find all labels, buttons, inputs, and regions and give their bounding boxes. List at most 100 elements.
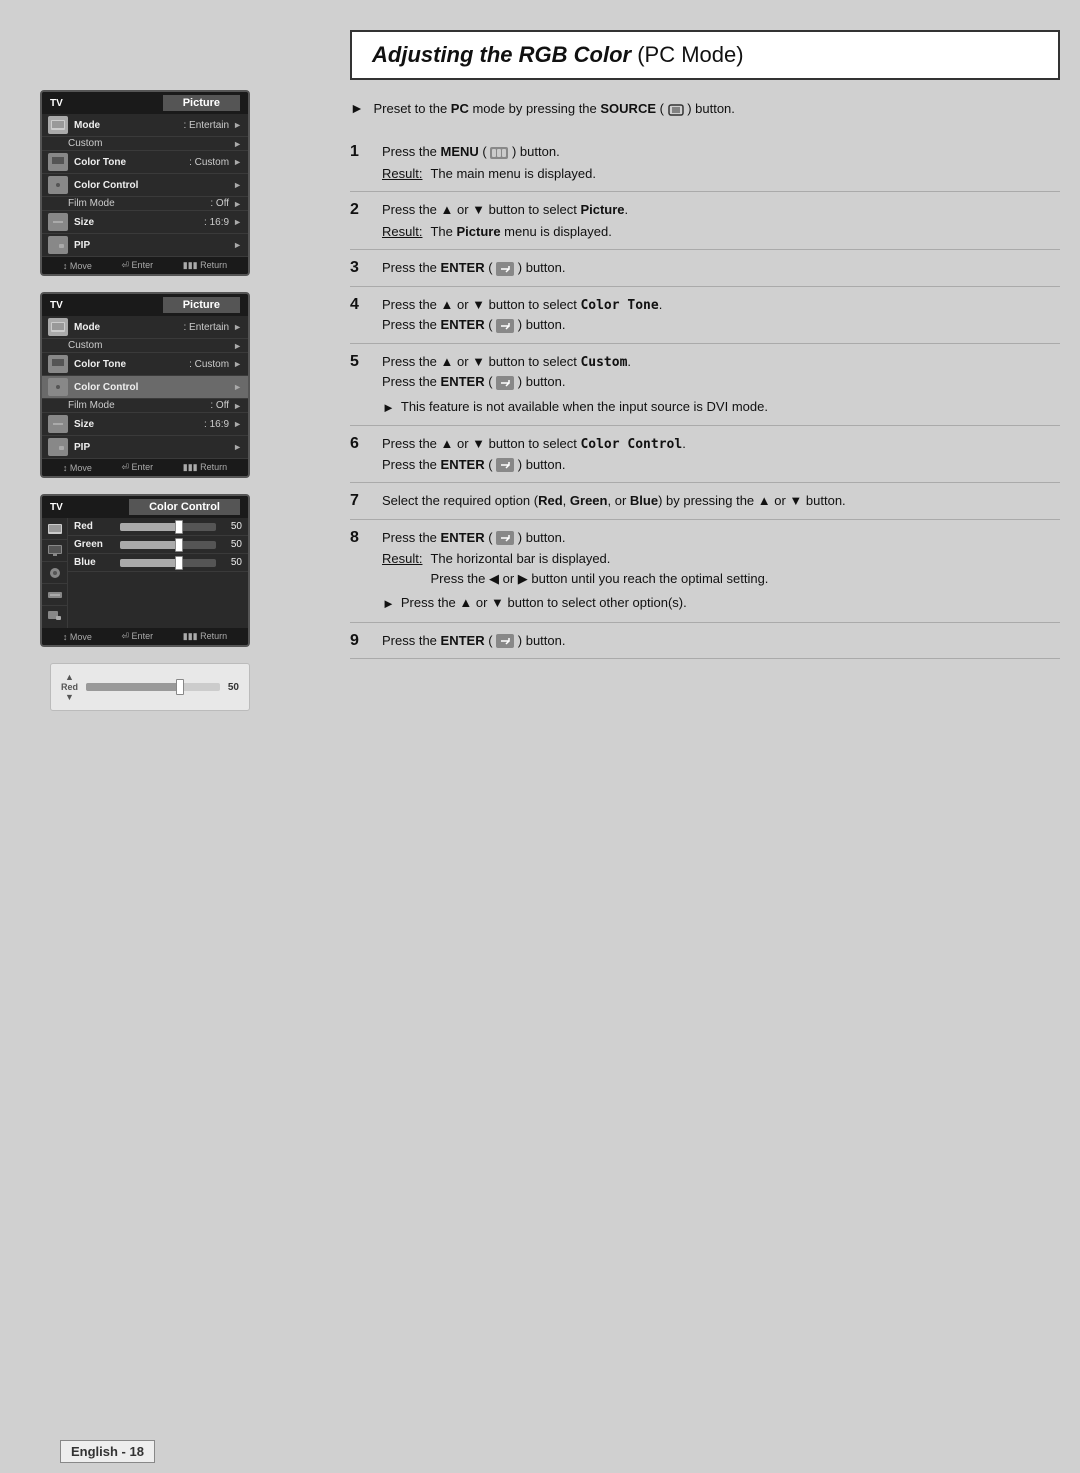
size-label-2: Size — [74, 419, 204, 430]
icon-pic — [42, 518, 67, 540]
small-bar-track — [86, 683, 220, 691]
page-title: Adjusting the RGB Color (PC Mode) — [372, 42, 1038, 68]
step-3-main: Press the ENTER ( ) button. — [382, 258, 1060, 278]
tv-row-mode: Mode : Entertain ► — [42, 114, 248, 137]
green-bar-handle — [175, 538, 183, 552]
sound-icon-1 — [48, 176, 68, 194]
monitor-icon-1 — [48, 153, 68, 171]
result-text-8: The horizontal bar is displayed. Press t… — [430, 549, 768, 588]
result-label-1: Result: — [382, 164, 422, 184]
left-column: TV Picture Mode : Entertain ► Custom ► — [20, 30, 320, 1410]
colortone-label-2: Color Tone — [74, 359, 189, 370]
result-8-line2: Press the ◀ or ▶ button until you reach … — [430, 569, 768, 589]
result-8-line1: The horizontal bar is displayed. — [430, 549, 768, 569]
tv-label-1: TV — [50, 98, 63, 109]
step-3: 3 Press the ENTER ( ) button. — [350, 250, 1060, 287]
tv-footer-3: ↕ Move ⏎ Enter ▮▮▮ Return — [42, 628, 248, 645]
step-number-6: 6 — [350, 434, 370, 453]
custom-arrow: ► — [233, 139, 242, 149]
step-number-9: 9 — [350, 631, 370, 650]
step-content-9: Press the ENTER ( ) button. — [382, 631, 1060, 651]
green-bar — [120, 541, 216, 549]
color-row-blue: Blue 50 — [68, 554, 248, 572]
footer-return-3: ▮▮▮ Return — [183, 631, 227, 642]
step-6-main: Press the ▲ or ▼ button to select Color … — [382, 434, 1060, 455]
step-content-7: Select the required option (Red, Green, … — [382, 491, 1060, 511]
step-1: 1 Press the MENU ( ) button. — [350, 134, 1060, 192]
step-number-4: 4 — [350, 295, 370, 314]
tv-row-colorcontrol-hl: Color Control ► — [42, 376, 248, 399]
step-number-3: 3 — [350, 258, 370, 277]
small-bar-label: Red — [61, 682, 78, 692]
icon-pip — [42, 606, 67, 628]
colorcontrol-arrow: ► — [233, 180, 242, 190]
tv-title-3: Color Control — [129, 499, 240, 515]
size-arrow-2: ► — [233, 419, 242, 429]
mode-label: Mode — [74, 120, 183, 131]
custom-label-2: Custom — [68, 340, 229, 351]
tv-color-box: TV Color Control — [40, 494, 250, 647]
colortone-arrow-2: ► — [233, 359, 242, 369]
tv-row-mode-2: Mode : Entertain ► — [42, 316, 248, 339]
blue-bar-handle — [175, 556, 183, 570]
page-title-bold: Adjusting the RGB Color — [372, 42, 631, 67]
step-4: 4 Press the ▲ or ▼ button to select Colo… — [350, 287, 1060, 344]
step-number-7: 7 — [350, 491, 370, 510]
page: TV Picture Mode : Entertain ► Custom ► — [0, 0, 1080, 1473]
small-bar-up-arrow: ▲ — [65, 672, 74, 682]
custom-label: Custom — [68, 138, 229, 149]
step-4-main: Press the ▲ or ▼ button to select Color … — [382, 295, 1060, 316]
result-label-2: Result: — [382, 222, 422, 242]
footer-enter: ⏎ Enter — [122, 260, 154, 271]
tv-sub-filmmode: Film Mode : Off ► — [42, 197, 248, 211]
setup-icon-2 — [48, 415, 68, 433]
small-bar-fill — [86, 683, 180, 691]
tv-menu-box-2: TV Picture Mode : Entertain ► Custom ► — [40, 292, 250, 478]
size-value-2: : 16:9 — [204, 419, 229, 430]
green-label: Green — [74, 539, 114, 550]
small-bar-value: 50 — [228, 682, 239, 693]
tv-sub-filmmode-2: Film Mode : Off ► — [42, 399, 248, 413]
tv-row-colortone-2: Color Tone : Custom ► — [42, 353, 248, 376]
page-title-suffix: (PC Mode) — [631, 42, 743, 67]
size-value: : 16:9 — [204, 217, 229, 228]
red-bar — [120, 523, 216, 531]
result-label-8: Result: — [382, 549, 422, 588]
blue-value: 50 — [222, 557, 242, 568]
step-8-note: ► Press the ▲ or ▼ button to select othe… — [382, 594, 1060, 614]
tv-label-2: TV — [50, 300, 63, 311]
monitor-icon-2 — [48, 355, 68, 373]
tv-label-3: TV — [50, 502, 63, 513]
pip-label-2: PIP — [74, 442, 229, 453]
step-2-main: Press the ▲ or ▼ button to select Pictur… — [382, 200, 1060, 220]
content-area: TV Picture Mode : Entertain ► Custom ► — [0, 0, 1080, 1430]
step-8: 8 Press the ENTER ( ) button. Result: — [350, 520, 1060, 623]
step-7: 7 Select the required option (Red, Green… — [350, 483, 1060, 520]
step-5: 5 Press the ▲ or ▼ button to select Cust… — [350, 344, 1060, 427]
tv-row-colortone: Color Tone : Custom ► — [42, 151, 248, 174]
filmmode-arrow-2: ► — [233, 401, 242, 411]
right-column: Adjusting the RGB Color (PC Mode) ► Pres… — [320, 30, 1060, 1410]
footer-move-3: ↕ Move — [63, 631, 92, 642]
pip-arrow: ► — [233, 240, 242, 250]
preset-arrow: ► — [350, 100, 364, 116]
tv-sub-custom-2: Custom ► — [42, 339, 248, 353]
color-icon-col — [42, 518, 68, 628]
step-content-6: Press the ▲ or ▼ button to select Color … — [382, 434, 1060, 474]
blue-bar-fill — [120, 559, 178, 567]
step-number-5: 5 — [350, 352, 370, 371]
tv-sub-custom: Custom ► — [42, 137, 248, 151]
mode-value-2: : Entertain — [183, 322, 229, 333]
setup-icon-1 — [48, 213, 68, 231]
green-bar-fill — [120, 541, 178, 549]
steps-container: 1 Press the MENU ( ) button. — [350, 134, 1060, 659]
step-6: 6 Press the ▲ or ▼ button to select Colo… — [350, 426, 1060, 483]
green-value: 50 — [222, 539, 242, 550]
step-number-8: 8 — [350, 528, 370, 547]
small-bar-down-arrow: ▼ — [65, 692, 74, 702]
colorcontrol-arrow-2: ► — [233, 382, 242, 392]
tv-title-1: Picture — [163, 95, 240, 111]
footer-enter-3: ⏎ Enter — [122, 631, 154, 642]
pip-arrow-2: ► — [233, 442, 242, 452]
pip-label: PIP — [74, 240, 229, 251]
